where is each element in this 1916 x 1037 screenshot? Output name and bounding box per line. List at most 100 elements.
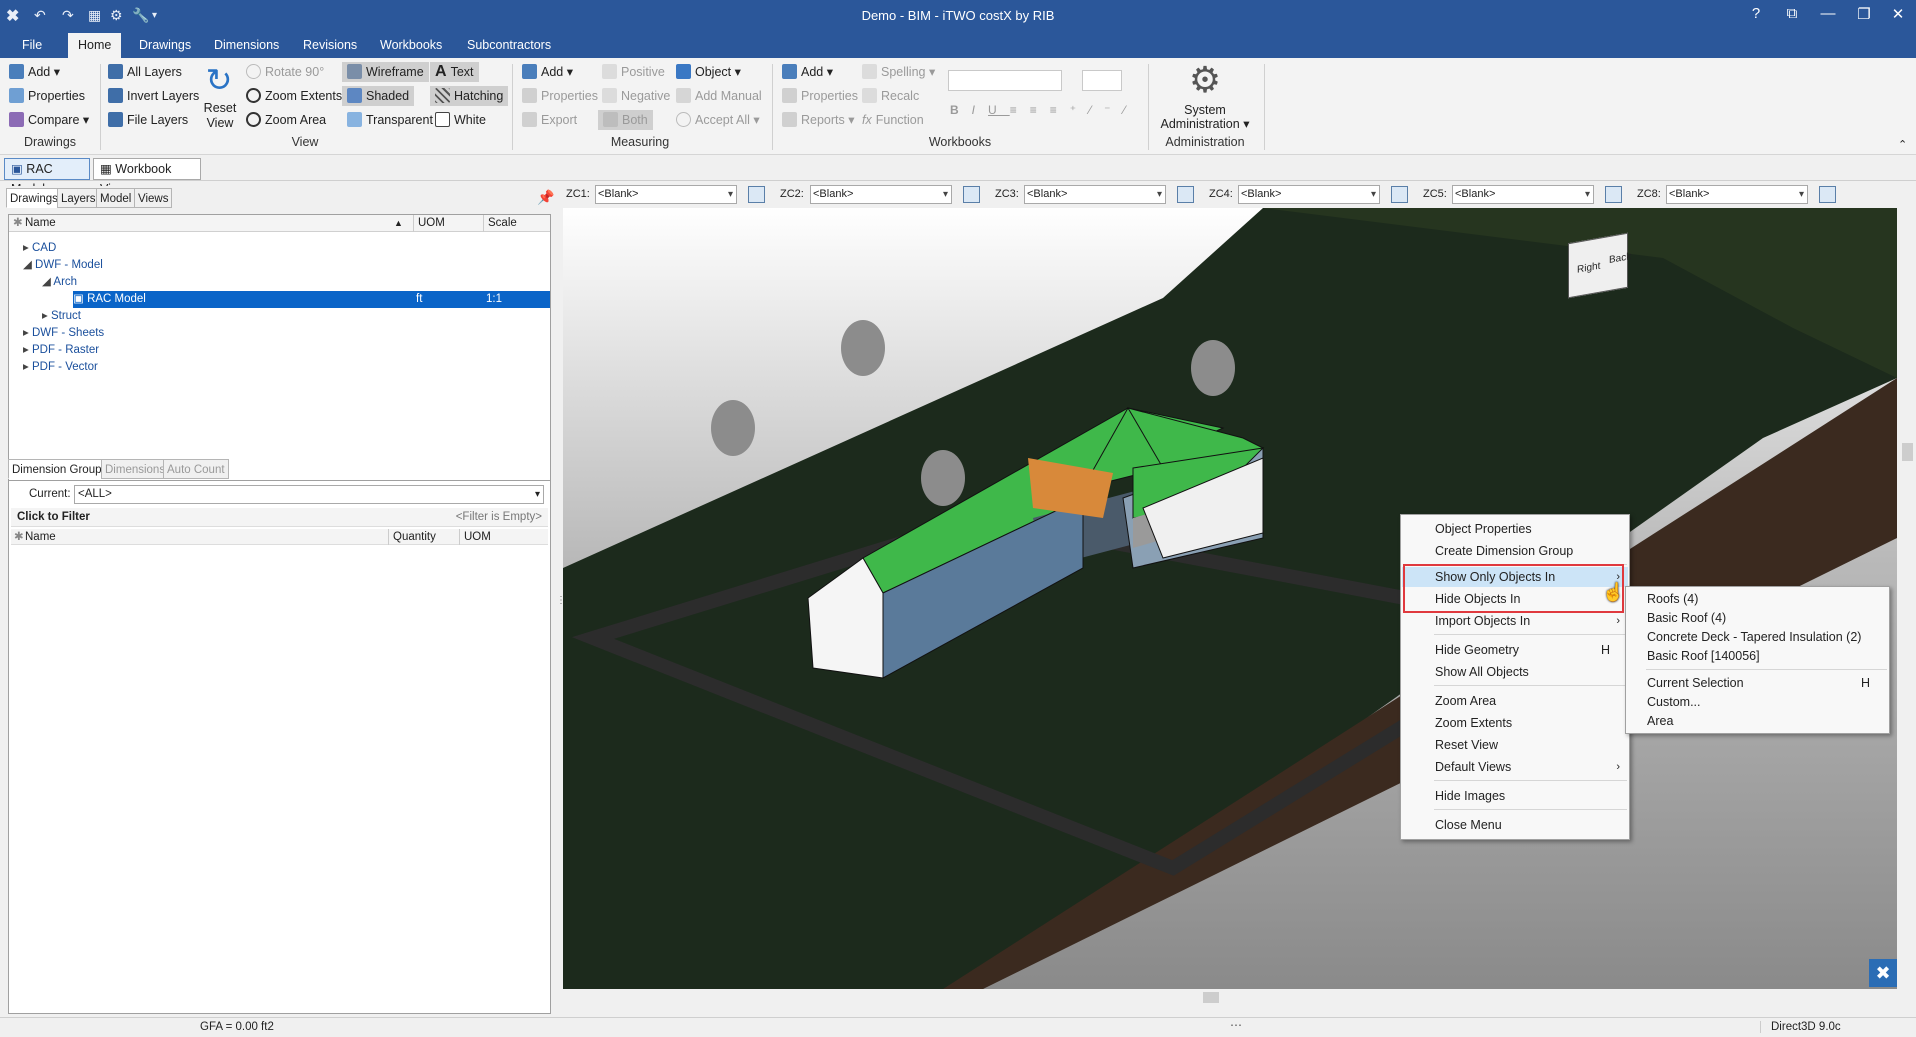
zc2-filter-icon[interactable]	[963, 186, 980, 203]
drawings-add-button[interactable]: Add ▾	[9, 62, 60, 82]
zc4-filter-icon[interactable]	[1391, 186, 1408, 203]
tab-drawings[interactable]: Drawings	[129, 33, 201, 58]
decimal-decrease-icon[interactable]: ⁻⁄	[1104, 103, 1138, 117]
tree-row-dwf-sheets[interactable]: ▸ DWF - Sheets	[23, 325, 104, 342]
submenu-basic-roof[interactable]: Basic Roof (4)	[1627, 608, 1888, 628]
tab-dimensions-list[interactable]: Dimensions	[101, 459, 170, 479]
tab-file[interactable]: File	[12, 33, 52, 58]
reset-view-button[interactable]: Reset View	[200, 101, 240, 131]
minimize-button[interactable]: —	[1810, 5, 1846, 22]
panel-tab-model[interactable]: Model	[96, 188, 136, 208]
tab-workbooks[interactable]: Workbooks	[370, 33, 452, 58]
zc5-select[interactable]: <Blank>	[1452, 185, 1594, 204]
zc8-select[interactable]: <Blank>	[1666, 185, 1808, 204]
measuring-add-button[interactable]: Add ▾	[522, 62, 573, 82]
zc8-filter-icon[interactable]	[1819, 186, 1836, 203]
ribbon-display-button[interactable]: ⧉	[1774, 5, 1810, 22]
status-grip-icon[interactable]: ⋯	[1230, 1018, 1242, 1032]
menu-close-menu[interactable]: Close Menu	[1402, 815, 1628, 835]
col-uom[interactable]: UOM	[413, 215, 483, 232]
panel-tab-drawings[interactable]: Drawings	[6, 188, 62, 208]
collapse-ribbon-icon[interactable]: ⌃	[1898, 138, 1907, 151]
viewcube[interactable]: Right Back	[1568, 232, 1631, 299]
close-button[interactable]: ✕	[1880, 5, 1916, 23]
doc-tab-workbook-view[interactable]: ▦ Workbook View	[93, 158, 201, 196]
pin-icon[interactable]: 📌	[537, 189, 554, 206]
recalc-button[interactable]: Recalc	[862, 86, 919, 106]
zoom-area-button[interactable]: Zoom Area	[246, 110, 326, 130]
tab-revisions[interactable]: Revisions	[293, 33, 367, 58]
font-name-select[interactable]	[948, 70, 1062, 91]
zc1-filter-icon[interactable]	[748, 186, 765, 203]
hatching-toggle[interactable]: Hatching	[430, 86, 509, 106]
tree-row-dwf-model[interactable]: ◢ DWF - Model	[23, 257, 103, 274]
submenu-custom[interactable]: Custom...	[1627, 692, 1888, 712]
tree-row-rac-model[interactable]: ▣ RAC Model ft 1:1	[73, 291, 550, 308]
invert-layers-button[interactable]: Invert Layers	[108, 86, 199, 106]
zc1-select[interactable]: <Blank>	[595, 185, 737, 204]
viewport-horizontal-scrollbar[interactable]	[563, 989, 1897, 1006]
accept-all-button[interactable]: Accept All ▾	[676, 110, 760, 130]
menu-hide-images[interactable]: Hide Images	[1402, 786, 1628, 806]
text-toggle[interactable]: A Text	[430, 62, 479, 82]
rotate-90-button[interactable]: Rotate 90°	[246, 62, 324, 82]
col-dim-uom[interactable]: UOM	[459, 529, 491, 545]
menu-import-objects-in[interactable]: Import Objects In ›	[1402, 611, 1628, 631]
submenu-concrete-deck[interactable]: Concrete Deck - Tapered Insulation (2)	[1627, 627, 1888, 647]
col-quantity[interactable]: Quantity	[388, 529, 459, 545]
menu-hide-geometry[interactable]: Hide Geometry H	[1402, 640, 1628, 660]
bold-icon[interactable]: B	[950, 103, 972, 117]
menu-zoom-area[interactable]: Zoom Area	[1402, 691, 1628, 711]
tab-dimension-groups[interactable]: Dimension Groups	[8, 459, 112, 479]
restore-button[interactable]: ❐	[1846, 5, 1882, 23]
zc2-select[interactable]: <Blank>	[810, 185, 952, 204]
system-admin-gear-icon[interactable]: ⚙	[1185, 60, 1225, 100]
menu-create-dimension-group[interactable]: Create Dimension Group	[1402, 541, 1628, 561]
measuring-properties-button[interactable]: Properties	[522, 86, 598, 106]
panel-tab-views[interactable]: Views	[134, 188, 173, 208]
workbooks-properties-button[interactable]: Properties	[782, 86, 858, 106]
tree-row-struct[interactable]: ▸ Struct	[42, 308, 81, 325]
tree-row-cad[interactable]: ▸ CAD	[23, 240, 56, 257]
current-group-select[interactable]: <ALL> ▾	[74, 485, 544, 504]
workbooks-add-button[interactable]: Add ▾	[782, 62, 833, 82]
reset-view-icon[interactable]: ↻	[203, 64, 235, 96]
spelling-button[interactable]: Spelling ▾	[862, 62, 935, 82]
menu-show-all-objects[interactable]: Show All Objects	[1402, 662, 1628, 682]
shaded-toggle[interactable]: Shaded	[342, 86, 415, 106]
menu-object-properties[interactable]: Object Properties	[1402, 519, 1628, 539]
transparent-toggle[interactable]: Transparent	[347, 110, 433, 130]
col-dim-name[interactable]: Name	[25, 529, 56, 545]
underline-icon[interactable]: U	[988, 103, 1010, 117]
negative-button[interactable]: Negative	[602, 86, 670, 106]
tab-auto-count[interactable]: Auto Count	[163, 459, 229, 479]
navigation-icon[interactable]: ✖	[1869, 959, 1897, 987]
decimal-icon[interactable]: ⁺⁄	[1070, 103, 1104, 117]
white-checkbox[interactable]: White	[435, 110, 486, 130]
positive-button[interactable]: Positive	[602, 62, 665, 82]
tab-dimensions[interactable]: Dimensions	[204, 33, 289, 58]
col-name[interactable]: Name	[25, 215, 56, 232]
drawings-properties-button[interactable]: Properties	[9, 86, 85, 106]
submenu-roofs[interactable]: Roofs (4)	[1627, 589, 1888, 609]
measuring-export-button[interactable]: Export	[522, 110, 577, 130]
drawings-compare-button[interactable]: Compare ▾	[9, 110, 89, 130]
tab-home[interactable]: Home	[68, 33, 122, 58]
system-administration-button[interactable]: System Administration ▾	[1155, 103, 1255, 131]
col-scale[interactable]: Scale	[483, 215, 517, 232]
object-button[interactable]: Object ▾	[676, 62, 741, 82]
align-right-icon[interactable]: ≡	[1050, 103, 1070, 117]
reports-button[interactable]: Reports ▾	[782, 110, 855, 130]
tab-subcontractors[interactable]: Subcontractors	[457, 33, 561, 58]
align-center-icon[interactable]: ≡	[1030, 103, 1050, 117]
vscroll-thumb[interactable]	[1902, 443, 1913, 461]
add-manual-button[interactable]: Add Manual	[676, 86, 762, 106]
tree-row-pdf-vector[interactable]: ▸ PDF - Vector	[23, 359, 98, 376]
align-left-icon[interactable]: ≡	[1010, 103, 1030, 117]
zc3-select[interactable]: <Blank>	[1024, 185, 1166, 204]
file-layers-button[interactable]: File Layers	[108, 110, 188, 130]
tree-row-arch[interactable]: ◢ Arch	[42, 274, 77, 291]
filter-bar[interactable]: Click to Filter <Filter is Empty>	[11, 508, 548, 527]
submenu-current-selection[interactable]: Current Selection H	[1627, 673, 1888, 693]
italic-icon[interactable]: I	[972, 103, 988, 117]
